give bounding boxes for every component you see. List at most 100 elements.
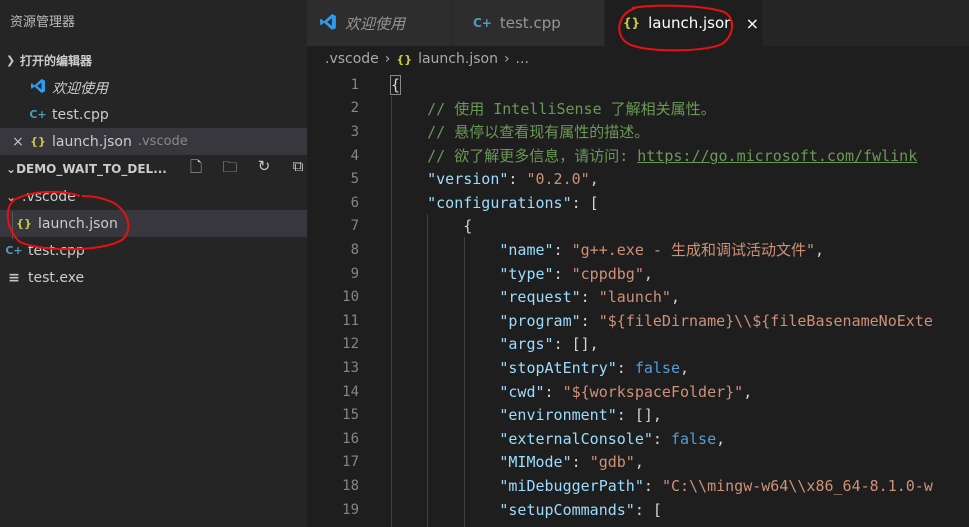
code-line[interactable]: 13 "stopAtEntry": false,: [307, 356, 969, 380]
code-text: "version": "0.2.0",: [391, 170, 599, 188]
new-folder-icon[interactable]: 🗀: [220, 157, 240, 182]
code-token: "cppdbg": [571, 264, 644, 283]
tree-indent-guide: [12, 212, 13, 239]
code-token: : [: [571, 193, 599, 212]
collapse-all-icon[interactable]: ⧉: [288, 157, 307, 182]
cpp-file-icon: C+: [5, 244, 23, 257]
open-editor-test-cpp-label: test.cpp: [52, 106, 109, 123]
code-text: "stopAtEntry": false,: [391, 359, 689, 377]
code-token: "setupCommands": [499, 500, 635, 519]
line-number: 12: [342, 336, 359, 353]
tree-item-vscode-folder[interactable]: ⌄ .vscode: [0, 183, 307, 210]
tree-item-launch-json[interactable]: {} launch.json: [0, 210, 307, 237]
open-editor-launch-json-folder: .vscode: [137, 134, 188, 149]
line-number: 13: [342, 359, 359, 376]
code-text: // 悬停以查看现有属性的描述。: [391, 121, 649, 142]
open-editor-test-cpp[interactable]: C+ test.cpp: [0, 101, 307, 128]
code-token: "version": [427, 170, 509, 189]
cpp-file-icon: C+: [473, 16, 492, 30]
code-token: "environment": [499, 406, 617, 425]
chevron-right-icon: ›: [384, 51, 391, 67]
code-line[interactable]: 7 {: [307, 215, 969, 239]
line-number: 5: [350, 171, 359, 188]
code-token: "stopAtEntry": [499, 358, 617, 377]
code-line[interactable]: 5 "version": "0.2.0",: [307, 167, 969, 191]
code-token: "type": [499, 264, 554, 283]
code-line[interactable]: 15 "environment": [],: [307, 403, 969, 427]
tab-welcome[interactable]: 欢迎使用: [307, 0, 453, 46]
code-line[interactable]: 2 // 使用 IntelliSense 了解相关属性。: [307, 97, 969, 121]
code-token: {: [391, 217, 473, 236]
tab-test-cpp[interactable]: C+ test.cpp: [453, 0, 605, 46]
open-editors-label: 打开的编辑器: [20, 53, 93, 68]
line-number: 9: [350, 265, 359, 282]
refresh-icon[interactable]: ↻: [254, 157, 274, 182]
code-line[interactable]: 6 "configurations": [: [307, 191, 969, 215]
code-token: ,: [634, 453, 644, 472]
code-text: "miDebuggerPath": "C:\\mingw-w64\\x86_64…: [391, 477, 933, 495]
open-editors-header[interactable]: ❯ 打开的编辑器: [0, 46, 307, 74]
line-number: 8: [350, 241, 359, 258]
code-line[interactable]: 12 "args": [],: [307, 333, 969, 357]
line-number: 10: [342, 289, 359, 306]
code-line[interactable]: 1{: [307, 73, 969, 97]
vscode-icon: [319, 13, 337, 34]
json-file-icon: {}: [623, 16, 641, 30]
code-token: ,: [643, 264, 653, 283]
code-line[interactable]: 14 "cwd": "${workspaceFolder}",: [307, 380, 969, 404]
breadcrumb-item-vscode[interactable]: .vscode: [325, 51, 379, 67]
tree-item-test-cpp-label: test.cpp: [28, 242, 85, 259]
line-number: 18: [342, 477, 359, 494]
tree-item-test-cpp[interactable]: C+ test.cpp: [0, 237, 307, 264]
code-line[interactable]: 11 "program": "${fileDirname}\\${fileBas…: [307, 309, 969, 333]
editor-tab-bar: 欢迎使用 C+ test.cpp {} launch.json ×: [307, 0, 969, 46]
code-line[interactable]: 4 // 欲了解更多信息，请访问: https://go.microsoft.c…: [307, 144, 969, 168]
code-text: "setupCommands": [: [391, 501, 662, 519]
code-line[interactable]: 3 // 悬停以查看现有属性的描述。: [307, 120, 969, 144]
code-text: // 欲了解更多信息，请访问: https://go.microsoft.com…: [391, 145, 917, 166]
line-number: 14: [342, 383, 359, 400]
line-number: 1: [350, 76, 359, 93]
line-number: 16: [342, 430, 359, 447]
breadcrumb: .vscode › {} launch.json › ...: [307, 46, 969, 72]
chevron-down-icon: ⌄: [6, 162, 17, 176]
breadcrumb-item-more[interactable]: ...: [516, 51, 529, 67]
breadcrumb-item-launch-json[interactable]: launch.json: [418, 51, 498, 67]
code-token: :: [508, 170, 527, 189]
code-text: "type": "cppdbg",: [391, 265, 653, 283]
code-line[interactable]: 10 "request": "launch",: [307, 285, 969, 309]
line-number: 17: [342, 454, 359, 471]
line-number: 4: [350, 147, 359, 164]
workspace-folder-header[interactable]: ⌄ DEMO_WAIT_TO_DEL... 🗋 🗀 ↻ ⧉: [0, 155, 307, 183]
tree-item-test-exe[interactable]: ≡ test.exe: [0, 264, 307, 291]
code-line[interactable]: 18 "miDebuggerPath": "C:\\mingw-w64\\x86…: [307, 474, 969, 498]
new-file-icon[interactable]: 🗋: [186, 157, 206, 182]
code-token: ,: [670, 288, 680, 307]
code-line[interactable]: 8 "name": "g++.exe - 生成和调试活动文件",: [307, 238, 969, 262]
line-number: 7: [350, 218, 359, 235]
line-number: 3: [350, 123, 359, 140]
code-text: "MIMode": "gdb",: [391, 453, 644, 471]
code-editor[interactable]: 1{2 // 使用 IntelliSense 了解相关属性。 3 // 悬停以查看…: [307, 72, 969, 527]
explorer-title: 资源管理器: [10, 15, 76, 30]
close-icon[interactable]: ×: [746, 14, 759, 33]
code-line[interactable]: 16 "externalConsole": false,: [307, 427, 969, 451]
code-token: ,: [680, 358, 690, 377]
code-token: "g++.exe - 生成和调试活动文件": [571, 241, 815, 260]
code-token: ,: [716, 429, 726, 448]
close-icon[interactable]: ×: [10, 134, 26, 150]
code-token: "externalConsole": [499, 429, 653, 448]
code-line[interactable]: 19 "setupCommands": [: [307, 498, 969, 522]
code-token: "gdb": [589, 453, 635, 472]
open-editor-welcome[interactable]: 欢迎使用: [0, 74, 307, 101]
tab-launch-json[interactable]: {} launch.json ×: [605, 0, 763, 46]
code-line[interactable]: 17 "MIMode": "gdb",: [307, 451, 969, 475]
code-line[interactable]: 9 "type": "cppdbg",: [307, 262, 969, 286]
open-editor-launch-json[interactable]: × {} launch.json .vscode: [0, 128, 307, 155]
